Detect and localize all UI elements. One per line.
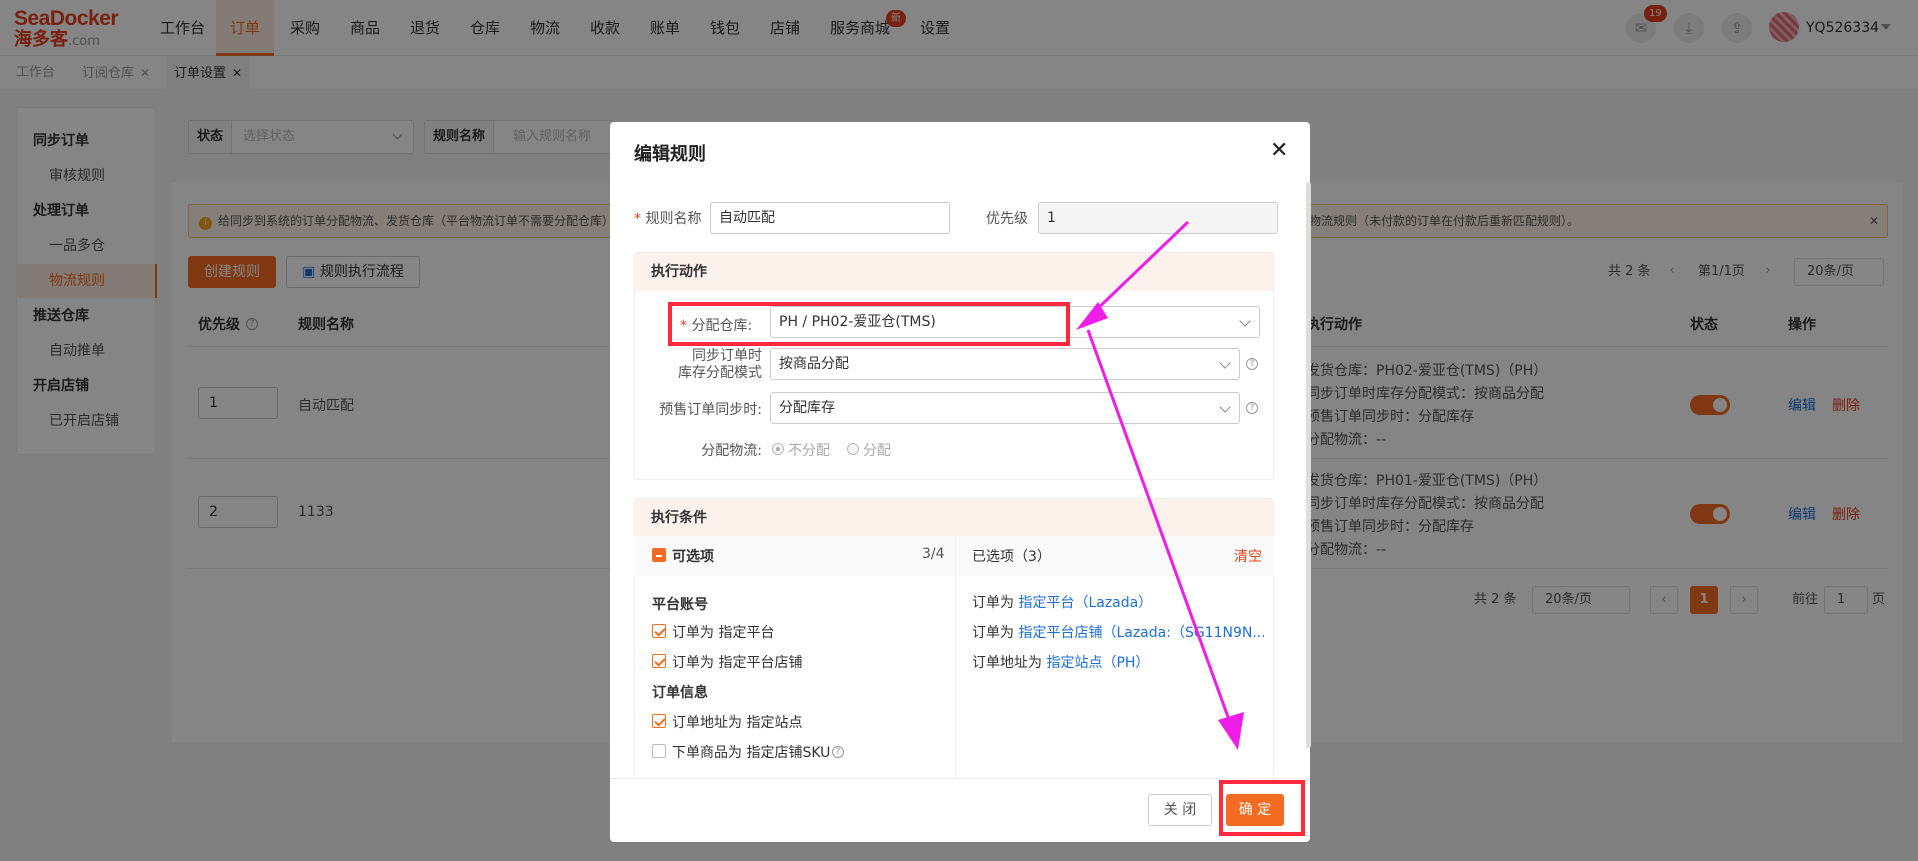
annotation-arrows <box>1076 220 1244 750</box>
arrow-line <box>1086 329 1234 729</box>
arrow-head <box>1076 302 1108 330</box>
arrow-head <box>1218 712 1244 750</box>
arrow-line <box>1090 220 1190 316</box>
